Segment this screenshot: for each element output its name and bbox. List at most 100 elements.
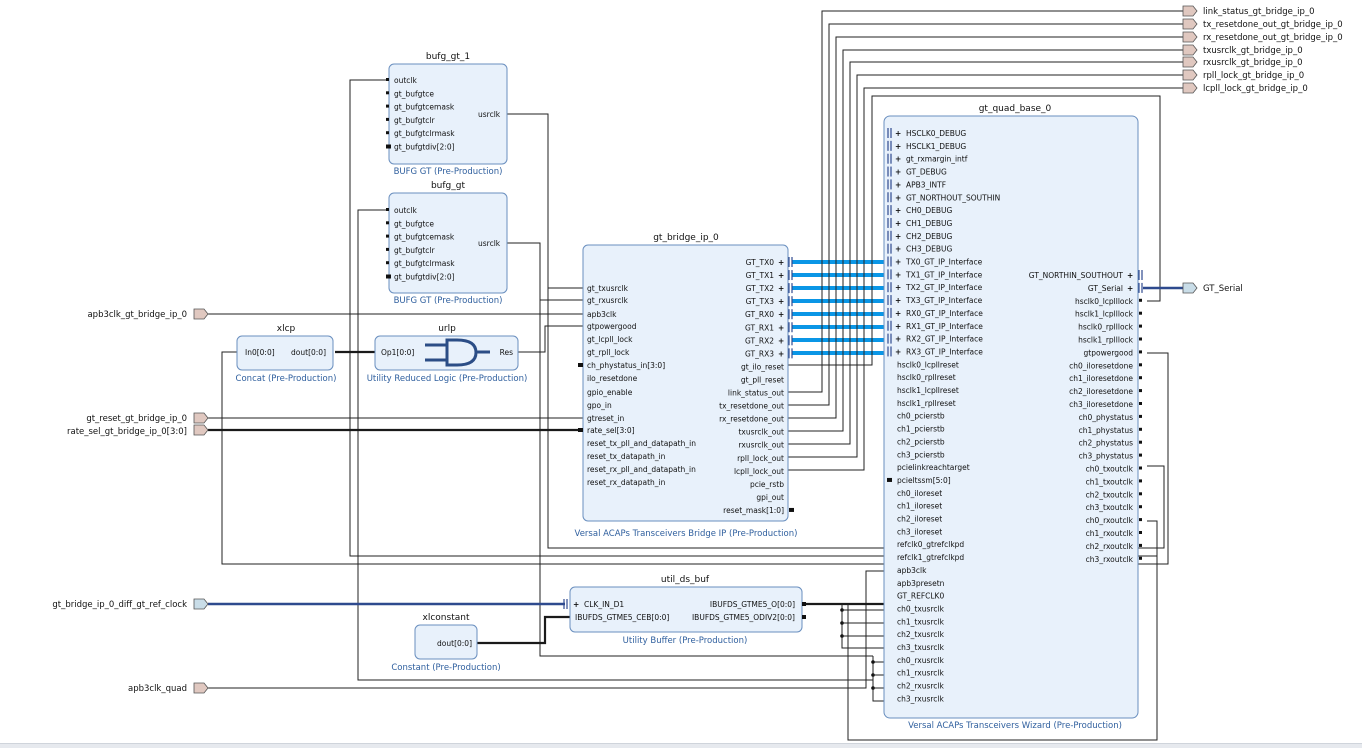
pin-marker bbox=[386, 131, 389, 135]
svg-text:IBUFDS_GTME5_CEB[0:0]: IBUFDS_GTME5_CEB[0:0] bbox=[575, 613, 669, 622]
bridge-out-pin: txusrclk_out bbox=[738, 428, 784, 437]
block-urlp[interactable]: urlp Op1[0:0] Res Utility Reduced Logic … bbox=[367, 324, 528, 384]
bufg-pin: gt_bufgtclr bbox=[394, 116, 436, 125]
pin-marker bbox=[1139, 518, 1142, 522]
port-tx-resetdone[interactable]: tx_resetdone_out_gt_bridge_ip_0 bbox=[1182, 18, 1343, 30]
quad-in-pin: ch2_rxusrclk bbox=[897, 682, 945, 691]
port-lcpll-lock[interactable]: lcpll_lock_gt_bridge_ip_0 bbox=[1182, 82, 1308, 94]
svg-text:gt_reset_gt_bridge_ip_0: gt_reset_gt_bridge_ip_0 bbox=[86, 414, 187, 424]
port-rate-sel[interactable]: rate_sel_gt_bridge_ip_0[3:0] bbox=[67, 424, 209, 437]
plus-icon: + bbox=[778, 323, 784, 332]
pin-marker bbox=[1139, 492, 1142, 496]
bridge-gt-out-pin: GT_RX1 bbox=[745, 323, 774, 332]
port-diff-gt-ref-clock[interactable]: gt_bridge_ip_0_diff_gt_ref_clock bbox=[52, 598, 209, 610]
quad-in-pin: ch1_iloreset bbox=[897, 502, 942, 511]
quad-out-pin: hsclk0_lcplllock bbox=[1075, 297, 1134, 306]
plus-icon: + bbox=[778, 349, 784, 358]
svg-text:+: + bbox=[573, 600, 579, 609]
quad-out-pin: ch0_txoutclk bbox=[1086, 465, 1134, 474]
bridge-in-pin: gt_rpll_lock bbox=[587, 348, 630, 357]
port-rpll-lock[interactable]: rpll_lock_gt_bridge_ip_0 bbox=[1182, 69, 1304, 81]
plus-icon: + bbox=[895, 283, 901, 292]
quad-out-pin: gtpowergood bbox=[1084, 348, 1134, 357]
bridge-in-pin: rate_sel[3:0] bbox=[587, 426, 635, 435]
quad-intf-pin: RX2_GT_IP_Interface bbox=[906, 335, 983, 344]
port-link-status[interactable]: link_status_gt_bridge_ip_0 bbox=[1182, 5, 1315, 17]
quad-intf-pin: gt_rxmargin_intf bbox=[906, 155, 968, 164]
pin-marker bbox=[1139, 402, 1142, 405]
bufg-pin: gt_bufgtce bbox=[394, 219, 434, 228]
port-txusrclk[interactable]: txusrclk_gt_bridge_ip_0 bbox=[1182, 44, 1303, 56]
quad-intf-pin: TX3_GT_IP_Interface bbox=[905, 296, 983, 305]
quad-intf-out-pin: GT_NORTHIN_SOUTHOUT bbox=[1029, 271, 1124, 280]
bridge-out-pin: gt_pll_reset bbox=[741, 375, 784, 384]
svg-text:IBUFDS_GTME5_ODIV2[0:0]: IBUFDS_GTME5_ODIV2[0:0] bbox=[692, 613, 795, 622]
quad-out-pin: hsclk0_rplllock bbox=[1078, 323, 1134, 332]
svg-text:urlp: urlp bbox=[438, 324, 456, 334]
bridge-in-pin: gpio_enable bbox=[587, 388, 633, 397]
pin-marker bbox=[1139, 466, 1142, 470]
svg-text:Concat (Pre-Production): Concat (Pre-Production) bbox=[236, 374, 337, 384]
plus-icon: + bbox=[1127, 271, 1133, 280]
bufg-pin: gt_bufgtce bbox=[394, 89, 434, 98]
quad-out-pin: ch0_phystatus bbox=[1079, 413, 1133, 422]
bridge-in-pin: reset_tx_pll_and_datapath_in bbox=[587, 439, 696, 448]
block-gt-quad-base-0[interactable]: gt_quad_base_0 + HSCLK0_DEBUG + HSCLK1_DEBU… bbox=[883, 104, 1143, 731]
quad-in-pin: ch0_iloreset bbox=[897, 489, 942, 498]
plus-icon: + bbox=[895, 322, 901, 331]
pin-marker bbox=[578, 363, 583, 367]
svg-text:In0[0:0]: In0[0:0] bbox=[245, 348, 275, 357]
bridge-gt-out-pin: GT_TX3 bbox=[746, 297, 775, 306]
pin-marker bbox=[386, 117, 389, 121]
quad-in-pin: ch1_rxusrclk bbox=[897, 669, 945, 678]
bridge-out-pin: link_status_out bbox=[728, 389, 784, 398]
pin-marker bbox=[1139, 376, 1142, 380]
plus-icon: + bbox=[895, 219, 901, 228]
svg-text:txusrclk_gt_bridge_ip_0: txusrclk_gt_bridge_ip_0 bbox=[1203, 46, 1303, 56]
bufg-pin: gt_bufgtcemask bbox=[394, 233, 455, 242]
block-design-canvas[interactable]: apb3clk_gt_bridge_ip_0 gt_reset_gt_bridg… bbox=[0, 0, 1362, 747]
block-bufg-gt-1[interactable]: bufg_gt_1 outclk gt_bufgtce gt_bufgtcemask… bbox=[386, 52, 508, 177]
block-util-ds-buf[interactable]: util_ds_buf + CLK_IN_D1 IBUFDS_GTME5_CEB… bbox=[563, 575, 806, 646]
port-apb3clk-gt-bridge[interactable]: apb3clk_gt_bridge_ip_0 bbox=[87, 308, 209, 320]
bridge-in-pin: gtreset_in bbox=[587, 414, 625, 423]
quad-intf-pin: RX1_GT_IP_Interface bbox=[906, 322, 983, 331]
svg-text:util_ds_buf: util_ds_buf bbox=[661, 575, 710, 585]
bridge-out-pin: pcie_rstb bbox=[750, 480, 784, 489]
port-gt-reset[interactable]: gt_reset_gt_bridge_ip_0 bbox=[86, 412, 209, 424]
port-rx-resetdone[interactable]: rx_resetdone_out_gt_bridge_ip_0 bbox=[1182, 31, 1343, 43]
svg-text:GT_Serial: GT_Serial bbox=[1203, 284, 1243, 294]
block-gt-bridge-ip-0[interactable]: gt_bridge_ip_0 gt_txusrclk gt_rxusrclkapb… bbox=[575, 233, 798, 539]
plus-icon: + bbox=[895, 206, 901, 215]
quad-in-pin: ch0_rxusrclk bbox=[897, 656, 945, 665]
quad-intf-pin: RX3_GT_IP_Interface bbox=[906, 347, 983, 356]
quad-out-pin: ch1_txoutclk bbox=[1086, 477, 1134, 486]
port-rxusrclk[interactable]: rxusrclk_gt_bridge_ip_0 bbox=[1182, 56, 1303, 68]
bufg-pin: gt_bufgtdiv[2:0] bbox=[394, 143, 455, 152]
quad-in-pin: ch0_pcierstb bbox=[897, 412, 945, 421]
port-apb3clk-quad[interactable]: apb3clk_quad bbox=[128, 682, 209, 694]
quad-intf-pin: CH1_DEBUG bbox=[906, 219, 953, 228]
bridge-gt-out-pin: GT_RX3 bbox=[745, 349, 774, 358]
quad-intf-pin: TX2_GT_IP_Interface bbox=[905, 283, 983, 292]
bridge-in-pin: ch_phystatus_in[3:0] bbox=[587, 361, 665, 370]
bridge-gt-out-pin: GT_TX1 bbox=[746, 271, 775, 280]
port-gt-serial[interactable]: GT_Serial bbox=[1182, 282, 1243, 294]
plus-icon: + bbox=[895, 142, 901, 151]
bridge-gt-out-pin: GT_TX0 bbox=[746, 258, 775, 267]
pin-marker bbox=[1139, 531, 1142, 534]
bridge-gt-out-pin: GT_RX0 bbox=[745, 310, 774, 319]
quad-in-pin: hsclk1_rpllreset bbox=[897, 399, 956, 408]
plus-icon: + bbox=[895, 309, 901, 318]
quad-in-pin: GT_REFCLK0 bbox=[897, 592, 944, 601]
block-xlcp[interactable]: xlcp In0[0:0] dout[0:0] Concat (Pre-Prod… bbox=[236, 324, 337, 384]
bridge-in-pin: gt_txusrclk bbox=[587, 284, 629, 293]
block-bufg-gt[interactable]: bufg_gt outclk gt_bufgtce gt_bufgtcemaskgt… bbox=[386, 181, 508, 306]
pin-marker bbox=[1139, 324, 1142, 328]
quad-intf-pin: GT_NORTHOUT_SOUTHIN bbox=[906, 193, 1000, 202]
status-bar bbox=[0, 743, 1362, 748]
svg-text:gt_bridge_ip_0_diff_gt_ref_clo: gt_bridge_ip_0_diff_gt_ref_clock bbox=[52, 600, 187, 610]
bufg-pin: outclk bbox=[394, 206, 417, 215]
quad-out-pin: ch3_phystatus bbox=[1079, 452, 1133, 461]
bridge-in-pin: reset_tx_datapath_in bbox=[587, 452, 666, 461]
